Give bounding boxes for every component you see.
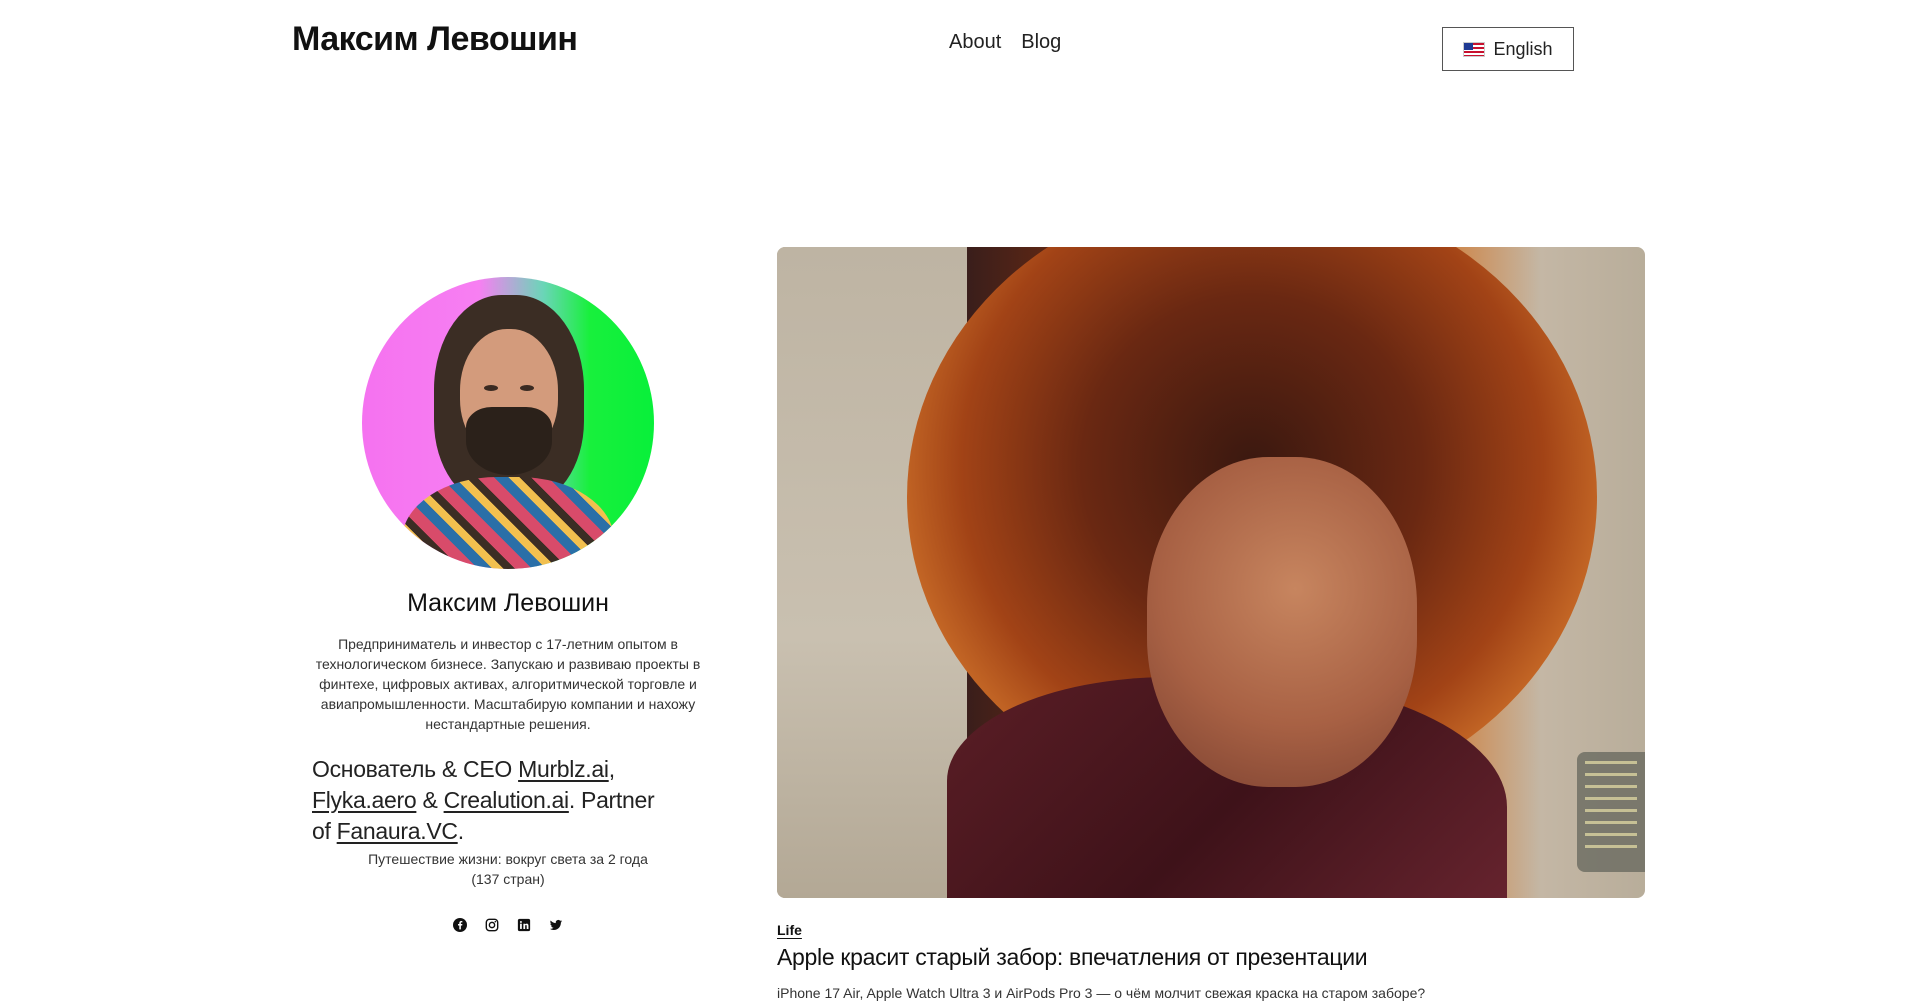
roles-separator: & [416,787,444,813]
twitter-icon[interactable] [548,917,564,933]
travel-note: Путешествие жизни: вокруг света за 2 год… [368,851,648,887]
avatar [362,277,654,569]
roles-prefix: Основатель & CEO [312,756,519,782]
main-nav: About Blog [949,31,1061,54]
crealution-link[interactable]: Crealution.ai [444,787,570,813]
roles-text: Основатель & CEO Murblz.ai, Flyka.aero &… [312,754,672,847]
flyka-link[interactable]: Flyka.aero [312,787,417,813]
post-excerpt: iPhone 17 Air, Apple Watch Ultra 3 и Air… [777,985,1426,1001]
roles-suffix: . [457,818,464,844]
profile-card: Максим Левошин Предприниматель и инвесто… [298,270,718,933]
instagram-icon[interactable] [484,917,500,933]
profile-bio: Предприниматель и инвестор с 17-летним о… [315,636,701,732]
murblz-link[interactable]: Murblz.ai [518,756,609,782]
facebook-icon[interactable] [452,917,468,933]
roles-separator: , [608,756,615,782]
site-title[interactable]: Максим Левошин [292,20,578,59]
linkedin-icon[interactable] [516,917,532,933]
post-hero-image[interactable] [777,247,1645,898]
post-category-link[interactable]: Life [777,922,802,938]
post-title[interactable]: Apple красит старый забор: впечатления о… [777,944,1368,971]
profile-name: Максим Левошин [407,589,609,617]
nav-blog-link[interactable]: Blog [1021,31,1061,54]
us-flag-icon [1463,41,1486,57]
language-label: English [1493,38,1553,59]
fanaura-link[interactable]: Fanaura.VC [337,818,458,844]
nav-about-link[interactable]: About [949,31,1001,54]
language-select-button[interactable]: English [1442,27,1574,71]
social-links [298,917,718,933]
